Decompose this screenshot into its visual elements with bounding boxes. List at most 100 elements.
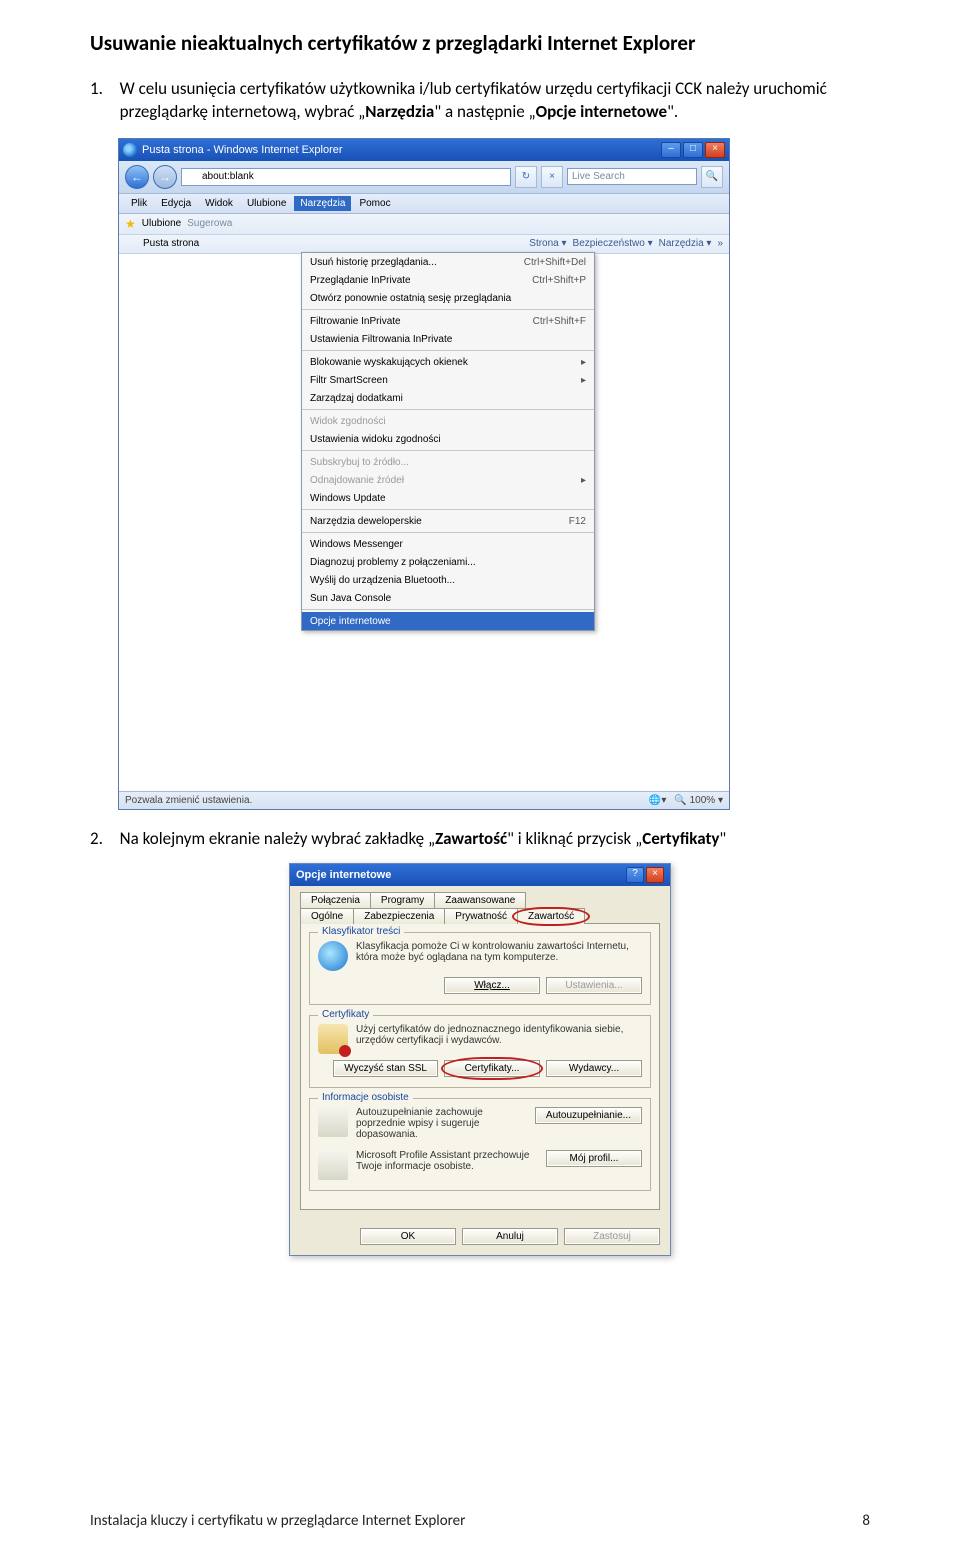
minimize-button[interactable]: – [661, 142, 681, 158]
ustawienia-button: Ustawienia... [546, 977, 642, 994]
browser-viewport [119, 631, 729, 791]
moj-profil-button[interactable]: Mój profil... [546, 1150, 642, 1167]
menu-item[interactable]: Sun Java Console [302, 589, 594, 607]
search-placeholder: Live Search [572, 171, 625, 182]
suggested-sites[interactable]: Sugerowa [187, 218, 232, 229]
menu-plik[interactable]: Plik [125, 196, 153, 211]
stop-button[interactable]: × [541, 166, 563, 188]
ok-button[interactable]: OK [360, 1228, 456, 1245]
step2-text: Na kolejnym ekranie należy wybrać zakład… [120, 828, 840, 851]
footer-text: Instalacja kluczy i certyfikatu w przegl… [90, 1512, 465, 1530]
ie-window: Pusta strona - Windows Internet Explorer… [118, 138, 730, 810]
anuluj-button[interactable]: Anuluj [462, 1228, 558, 1245]
menu-item[interactable]: Filtr SmartScreen [302, 371, 594, 389]
group-text: Autouzupełnianie zachowuje poprzednie wp… [356, 1107, 527, 1140]
zone-icon: 🌐▾ [649, 795, 666, 806]
status-text: Pozwala zmienić ustawienia. [125, 795, 252, 806]
tab-blank[interactable]: Pusta strona [143, 238, 199, 249]
form-icon [318, 1107, 348, 1137]
address-bar[interactable]: about:blank [181, 168, 511, 186]
tab-prywatnosc[interactable]: Prywatność [444, 908, 518, 924]
menu-pomoc[interactable]: Pomoc [353, 196, 396, 211]
group-legend: Klasyfikator treści [318, 926, 404, 937]
group-informacje: Informacje osobiste Autouzupełnianie zac… [309, 1098, 651, 1191]
address-bar-row: ← → about:blank ↻ × Live Search 🔍 [119, 161, 729, 194]
page-heading: Usuwanie nieaktualnych certyfikatów z pr… [90, 30, 870, 56]
group-text: Użyj certyfikatów do jednoznacznego iden… [356, 1024, 642, 1046]
menu-item[interactable]: Windows Messenger [302, 535, 594, 553]
cmd-bezp[interactable]: Bezpieczeństwo ▾ [573, 238, 653, 249]
certyfikaty-button[interactable]: Certyfikaty... [444, 1060, 540, 1077]
dialog-tabs: Połączenia Programy Zaawansowane Ogólne … [300, 892, 660, 924]
page-number: 8 [862, 1512, 870, 1530]
tools-menu: Usuń historię przeglądania...Ctrl+Shift+… [301, 252, 595, 631]
dialog-title: Opcje internetowe [296, 869, 624, 881]
star-icon: ★ [125, 217, 136, 231]
group-certyfikaty: Certyfikaty Użyj certyfikatów do jednozn… [309, 1015, 651, 1088]
tab-ogolne[interactable]: Ogólne [300, 908, 354, 924]
help-button[interactable]: ? [626, 867, 644, 883]
tab-zabezpieczenia[interactable]: Zabezpieczenia [353, 908, 445, 924]
search-box[interactable]: Live Search [567, 168, 697, 185]
menu-item[interactable]: Usuń historię przeglądania...Ctrl+Shift+… [302, 253, 594, 271]
tab-programy[interactable]: Programy [370, 892, 435, 908]
menu-item[interactable]: Windows Update [302, 489, 594, 507]
menu-widok[interactable]: Widok [199, 196, 239, 211]
menu-item: Odnajdowanie źródeł [302, 471, 594, 489]
menu-item[interactable]: Przeglądanie InPrivateCtrl+Shift+P [302, 271, 594, 289]
close-button[interactable]: × [646, 867, 664, 883]
certificate-icon [318, 1024, 348, 1054]
refresh-button[interactable]: ↻ [515, 166, 537, 188]
chevron-icon[interactable]: » [717, 238, 723, 249]
tab-zawartosc[interactable]: Zawartość [517, 908, 585, 924]
menu-item[interactable]: Blokowanie wyskakujących okienek [302, 353, 594, 371]
favorites-button[interactable]: Ulubione [142, 218, 181, 229]
menu-item[interactable]: Otwórz ponownie ostatnią sesję przegląda… [302, 289, 594, 307]
page-footer: Instalacja kluczy i certyfikatu w przegl… [90, 1512, 870, 1530]
menu-item: Subskrybuj to źródło... [302, 453, 594, 471]
back-button[interactable]: ← [125, 165, 149, 189]
group-legend: Informacje osobiste [318, 1092, 413, 1103]
cmd-narz[interactable]: Narzędzia ▾ [659, 238, 712, 249]
menu-item[interactable]: Filtrowanie InPrivateCtrl+Shift+F [302, 312, 594, 330]
page-icon [186, 171, 198, 183]
close-button[interactable]: × [705, 142, 725, 158]
address-text: about:blank [202, 171, 254, 182]
dialog-titlebar: Opcje internetowe ? × [290, 864, 670, 886]
autouzupelnianie-button[interactable]: Autouzupełnianie... [535, 1107, 642, 1124]
forward-button[interactable]: → [153, 165, 177, 189]
ie-titlebar: Pusta strona - Windows Internet Explorer… [119, 139, 729, 161]
tab-zaawansowane[interactable]: Zaawansowane [434, 892, 526, 908]
internet-options-dialog: Opcje internetowe ? × Połączenia Program… [289, 863, 671, 1256]
menu-item[interactable]: Narzędzia deweloperskieF12 [302, 512, 594, 530]
status-bar: Pozwala zmienić ustawienia. 🌐▾ 🔍 100% ▾ [119, 791, 729, 809]
zoom-label[interactable]: 🔍 100% ▾ [674, 795, 723, 806]
menu-ulubione[interactable]: Ulubione [241, 196, 292, 211]
tab-icon [125, 238, 137, 250]
wlacz-button[interactable]: Włącz... [444, 977, 540, 994]
menu-edycja[interactable]: Edycja [155, 196, 197, 211]
tab-polaczenia[interactable]: Połączenia [300, 892, 371, 908]
menu-opcje-internetowe[interactable]: Opcje internetowe [302, 612, 594, 630]
menu-item[interactable]: Zarządzaj dodatkami [302, 389, 594, 407]
ie-icon [123, 143, 137, 157]
profile-icon [318, 1150, 348, 1180]
menu-item[interactable]: Diagnozuj problemy z połączeniami... [302, 553, 594, 571]
command-bar: Strona ▾ Bezpieczeństwo ▾ Narzędzia ▾ » [529, 238, 723, 249]
dialog-footer: OK Anuluj Zastosuj [290, 1220, 670, 1255]
ie-title: Pusta strona - Windows Internet Explorer [142, 144, 661, 156]
menu-item[interactable]: Wyślij do urządzenia Bluetooth... [302, 571, 594, 589]
tab-panel-zawartosc: Klasyfikator treści Klasyfikacja pomoże … [300, 923, 660, 1210]
menu-item[interactable]: Ustawienia Filtrowania InPrivate [302, 330, 594, 348]
step1-text: W celu usunięcia certyfikatów użytkownik… [120, 78, 840, 124]
wydawcy-button[interactable]: Wydawcy... [546, 1060, 642, 1077]
menu-narzedzia[interactable]: Narzędzia [294, 196, 351, 211]
group-text: Microsoft Profile Assistant przechowuje … [356, 1150, 538, 1172]
group-legend: Certyfikaty [318, 1009, 373, 1020]
cmd-strona[interactable]: Strona ▾ [529, 238, 566, 249]
maximize-button[interactable]: □ [683, 142, 703, 158]
globe-icon [318, 941, 348, 971]
menu-item[interactable]: Ustawienia widoku zgodności [302, 430, 594, 448]
search-button[interactable]: 🔍 [701, 166, 723, 188]
wyczysc-ssl-button[interactable]: Wyczyść stan SSL [333, 1060, 438, 1077]
